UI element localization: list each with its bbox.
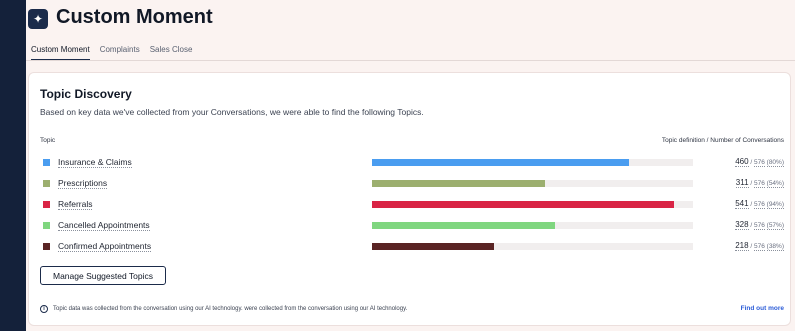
topic-bar-fill <box>372 222 555 229</box>
topic-bar-fill <box>372 180 546 187</box>
topic-color-swatch <box>43 243 50 250</box>
topic-count-total: / 576 (94%) <box>748 201 784 209</box>
topic-total: 576 <box>753 180 765 188</box>
topic-count-total: / 576 (80%) <box>748 159 784 167</box>
topic-percent: (94%) <box>766 201 784 209</box>
topic-bar-track <box>372 243 693 250</box>
topic-count-value[interactable]: 541 <box>735 199 749 209</box>
topic-total: 576 <box>753 201 765 209</box>
app-frame: ✦ Custom Moment Custom Moment Complaints… <box>26 0 795 331</box>
topic-count-value[interactable]: 460 <box>735 157 749 167</box>
topic-color-swatch <box>43 201 50 208</box>
topic-label[interactable]: Confirmed Appointments <box>58 241 152 252</box>
logo-glyph: ✦ <box>32 12 44 26</box>
topic-bar-track <box>372 180 693 187</box>
topic-total: 576 <box>753 222 765 230</box>
topic-bar-fill <box>372 159 629 166</box>
column-header-count: Topic definition / Number of Conversatio… <box>661 137 784 144</box>
topic-total: 576 <box>753 243 765 251</box>
topic-label[interactable]: Cancelled Appointments <box>58 220 150 231</box>
info-icon: i <box>40 305 48 313</box>
tab-divider <box>26 60 795 61</box>
topic-count: 218 / 576 (38%) <box>735 241 784 251</box>
topic-count: 328 / 576 (57%) <box>735 220 784 230</box>
topic-row: Referrals 541 / 576 (94%) <box>29 199 790 211</box>
topic-bar-track <box>372 159 693 166</box>
topic-count-total: / 576 (38%) <box>748 243 784 251</box>
topic-count-total: / 576 (54%) <box>748 180 784 188</box>
card-title: Topic Discovery <box>40 87 132 101</box>
tab-custom-moment[interactable]: Custom Moment <box>31 45 90 61</box>
card-subtitle: Based on key data we've collected from y… <box>40 107 424 117</box>
topic-count-total: / 576 (57%) <box>748 222 784 230</box>
topic-color-swatch <box>43 222 50 229</box>
topic-percent: (57%) <box>766 222 784 230</box>
footnote: i Topic data was collected from the conv… <box>40 305 407 313</box>
tab-bar: Custom Moment Complaints Sales Close <box>31 45 202 61</box>
topic-count: 460 / 576 (80%) <box>735 157 784 167</box>
footnote-text: Topic data was collected from the conver… <box>53 306 408 312</box>
tab-complaints[interactable]: Complaints <box>100 45 140 61</box>
topic-row: Confirmed Appointments 218 / 576 (38%) <box>29 241 790 253</box>
topic-row: Insurance & Claims 460 / 576 (80%) <box>29 157 790 169</box>
find-out-more-link[interactable]: Find out more <box>741 305 784 312</box>
topic-label[interactable]: Referrals <box>58 199 93 210</box>
topic-label[interactable]: Insurance & Claims <box>58 157 132 168</box>
topic-count: 541 / 576 (94%) <box>735 199 784 209</box>
page-header: ✦ Custom Moment Custom Moment Complaints… <box>26 0 795 62</box>
topic-bar-fill <box>372 243 494 250</box>
topic-discovery-card: Topic Discovery Based on key data we've … <box>28 72 791 326</box>
topic-count-value[interactable]: 328 <box>735 220 749 230</box>
tab-sales-close[interactable]: Sales Close <box>150 45 193 61</box>
topic-row: Prescriptions 311 / 576 (54%) <box>29 178 790 190</box>
sparkle-icon: ✦ <box>28 9 48 29</box>
page-title: Custom Moment <box>56 6 213 28</box>
topic-count-value[interactable]: 311 <box>735 178 749 188</box>
topic-label[interactable]: Prescriptions <box>58 178 108 189</box>
column-header-topic: Topic <box>40 137 56 144</box>
topic-percent: (38%) <box>766 243 784 251</box>
topic-color-swatch <box>43 159 50 166</box>
topic-bar-track <box>372 201 693 208</box>
topic-bar-track <box>372 222 693 229</box>
topic-count-value[interactable]: 218 <box>735 241 749 251</box>
topic-bar-fill <box>372 201 674 208</box>
manage-suggested-topics-button[interactable]: Manage Suggested Topics <box>40 266 166 285</box>
topic-total: 576 <box>753 159 765 167</box>
topic-color-swatch <box>43 180 50 187</box>
topic-row: Cancelled Appointments 328 / 576 (57%) <box>29 220 790 232</box>
topic-count: 311 / 576 (54%) <box>735 178 784 188</box>
topic-percent: (54%) <box>766 180 784 188</box>
topic-percent: (80%) <box>766 159 784 167</box>
